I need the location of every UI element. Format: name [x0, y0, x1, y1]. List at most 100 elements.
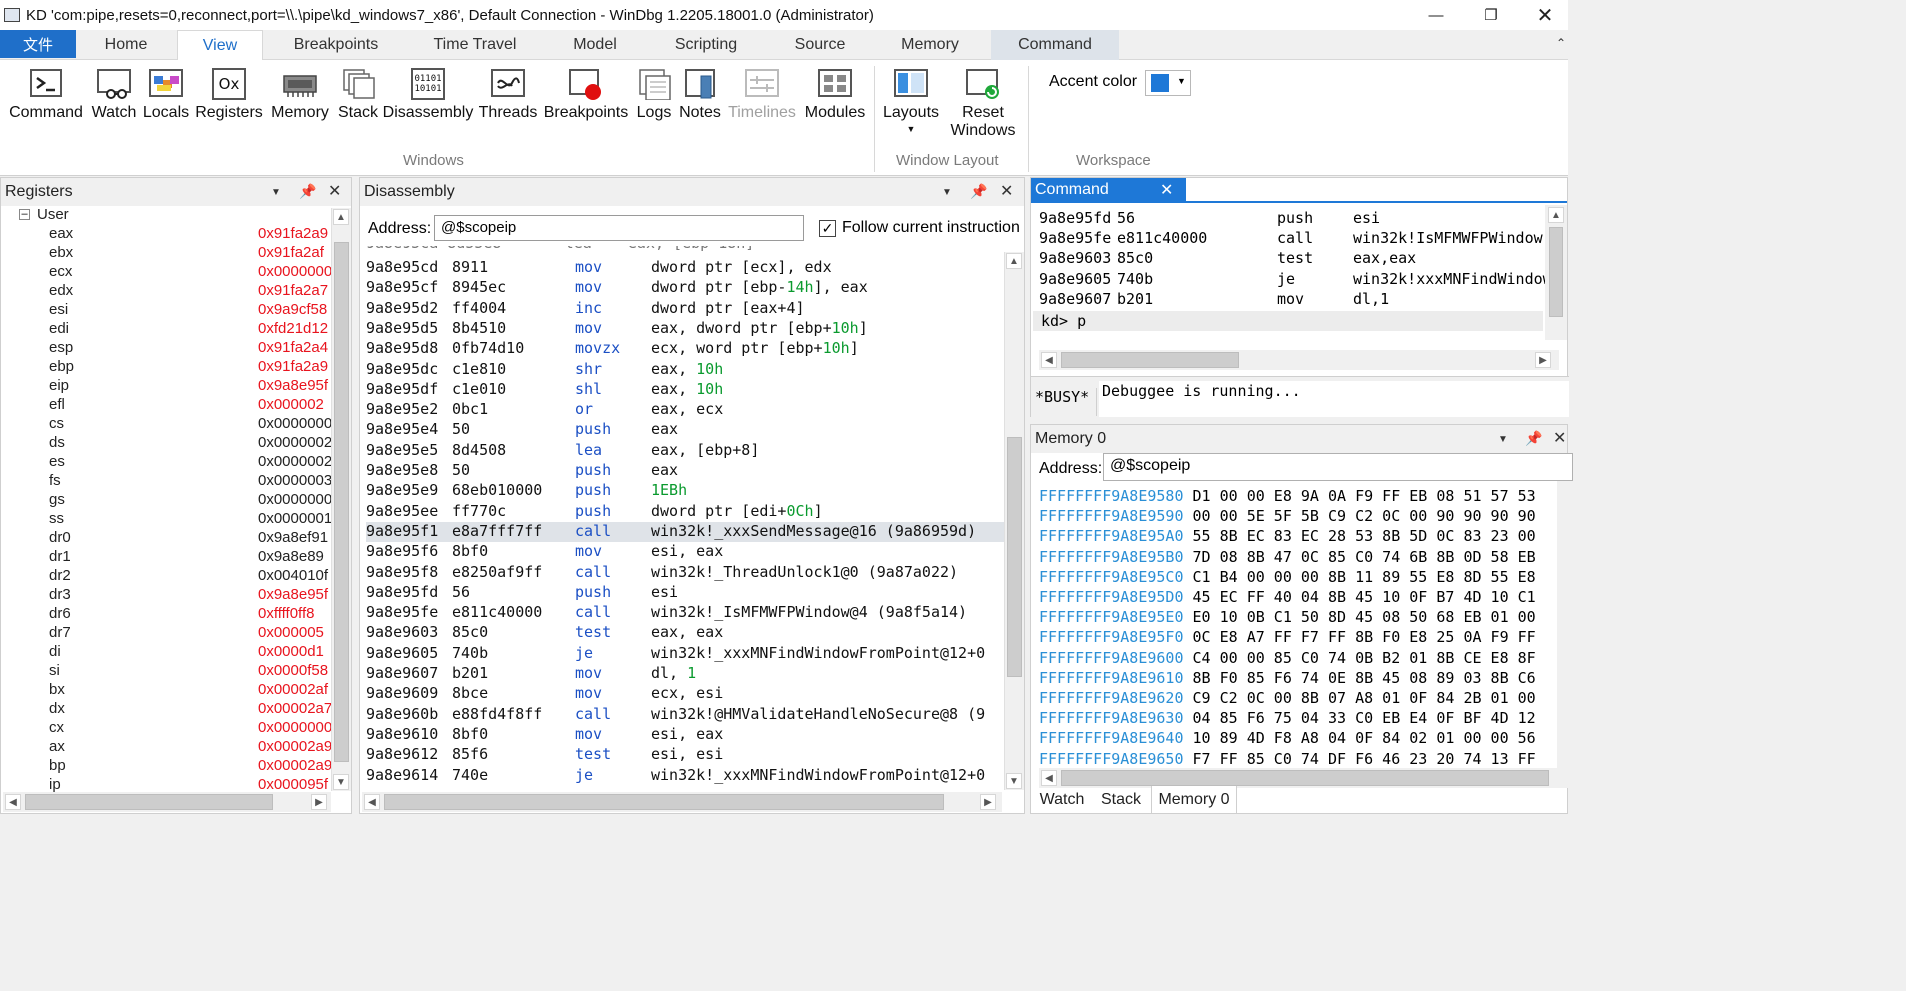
register-row[interactable]: cx 0x0000000: [1, 719, 331, 738]
scroll-left-icon[interactable]: ◀: [1041, 352, 1057, 368]
disassembly-row[interactable]: 9a8e9607 b201 mov dl, 1: [366, 664, 1006, 684]
timelines-window-button[interactable]: Timelines: [726, 68, 798, 122]
tab-stack[interactable]: Stack: [1094, 786, 1148, 814]
register-row[interactable]: dr6 0xffff0ff8: [1, 605, 331, 624]
tab-home[interactable]: Home: [86, 30, 166, 60]
disassembly-row[interactable]: 9a8e95e5 8d4508 lea eax, [ebp+8]: [366, 441, 1006, 461]
disassembly-row[interactable]: 9a8e95f8 e8250af9ff call win32k!_ThreadUnlo…: [366, 563, 1006, 583]
disassembly-row[interactable]: 9a8e95ee ff770c push dword ptr [edi+0Ch]: [366, 502, 1006, 522]
disassembly-row[interactable]: 9a8e95cf 8945ec mov dword ptr [ebp-14h], ea…: [366, 278, 1006, 298]
scroll-left-icon[interactable]: ◀: [1041, 770, 1057, 786]
register-row[interactable]: bx 0x00002af: [1, 681, 331, 700]
registers-hscrollbar[interactable]: ◀ ▶: [3, 792, 331, 812]
register-row[interactable]: fs 0x0000003: [1, 472, 331, 491]
tab-model[interactable]: Model: [560, 30, 630, 60]
memory-row[interactable]: FFFFFFFF9A8E95D0 45 EC FF 40 04 8B 45 10…: [1039, 588, 1551, 608]
disassembly-hscrollbar[interactable]: ◀ ▶: [362, 792, 1002, 812]
close-window-button[interactable]: ✕: [1522, 0, 1568, 30]
memory-address-input[interactable]: @$scopeip: [1103, 453, 1573, 481]
command-vscrollbar[interactable]: ▲: [1545, 205, 1567, 340]
memory-row[interactable]: FFFFFFFF9A8E9610 8B F0 85 F6 74 0E 8B 45…: [1039, 669, 1551, 689]
tab-watch[interactable]: Watch: [1032, 786, 1092, 814]
disassembly-row[interactable]: 9a8e95f1 e8a7fff7ff call win32k!_xxxSendMes…: [366, 521, 1006, 542]
accent-color-picker[interactable]: ▼: [1145, 70, 1191, 96]
memory-row[interactable]: FFFFFFFF9A8E95C0 C1 B4 00 00 00 8B 11 89…: [1039, 568, 1551, 588]
tab-source[interactable]: Source: [782, 30, 858, 60]
disassembly-row[interactable]: 9a8e9609 8bce mov ecx, esi: [366, 684, 1006, 704]
register-group-user[interactable]: User: [37, 206, 69, 223]
register-row[interactable]: ecx 0x0000000: [1, 263, 331, 282]
register-row[interactable]: eip 0x9a8e95f: [1, 377, 331, 396]
register-row[interactable]: si 0x0000f58: [1, 662, 331, 681]
scroll-up-icon[interactable]: ▲: [1006, 253, 1022, 269]
register-row[interactable]: ds 0x0000002: [1, 434, 331, 453]
chevron-down-icon[interactable]: ▼: [271, 187, 281, 198]
collapse-ribbon-icon[interactable]: ⌃: [1556, 36, 1566, 50]
minimize-button[interactable]: —: [1413, 0, 1459, 30]
scroll-right-icon[interactable]: ▶: [1535, 352, 1551, 368]
disassembly-row[interactable]: 9a8e9605 740b je win32k!_xxxMNFindWindowFro…: [366, 644, 1006, 664]
disassembly-vscrollbar[interactable]: ▲ ▼: [1004, 252, 1024, 790]
memory-hscrollbar[interactable]: ◀: [1039, 768, 1569, 788]
collapse-toggle-icon[interactable]: –: [19, 209, 30, 220]
disassembly-row[interactable]: 9a8e9610 8bf0 mov esi, eax: [366, 725, 1006, 745]
disassembly-window-button[interactable]: 01101 10101 Disassembly: [383, 68, 473, 122]
scroll-thumb[interactable]: [334, 242, 349, 762]
scroll-thumb[interactable]: [1061, 352, 1239, 368]
scroll-up-icon[interactable]: ▲: [1548, 207, 1564, 223]
memory-row[interactable]: FFFFFFFF9A8E95F0 0C E8 A7 FF F7 FF 8B F0…: [1039, 628, 1551, 648]
pin-icon[interactable]: 📌: [1525, 430, 1542, 447]
command-status-text[interactable]: Debuggee is running...: [1099, 381, 1569, 417]
tab-command[interactable]: Command: [991, 30, 1119, 60]
memory-vscrollbar[interactable]: [1557, 481, 1569, 771]
scroll-down-icon[interactable]: ▼: [1006, 773, 1022, 789]
close-icon[interactable]: ✕: [1000, 181, 1013, 201]
register-row[interactable]: cs 0x0000000: [1, 415, 331, 434]
register-row[interactable]: edi 0xfd21d12: [1, 320, 331, 339]
tab-breakpoints[interactable]: Breakpoints: [278, 30, 394, 60]
disassembly-row[interactable]: 9a8e960b e88fd4f8ff call win32k!@HMValidate…: [366, 705, 1006, 725]
scroll-thumb[interactable]: [1061, 770, 1549, 786]
disassembly-row[interactable]: 9a8e95f6 8bf0 mov esi, eax: [366, 542, 1006, 562]
modules-window-button[interactable]: Modules: [802, 68, 868, 122]
registers-vscrollbar[interactable]: ▲ ▼: [331, 208, 351, 791]
memory-row[interactable]: FFFFFFFF9A8E95E0 E0 10 0B C1 50 8D 45 08…: [1039, 608, 1551, 628]
command-hscrollbar[interactable]: ◀ ▶: [1039, 350, 1559, 370]
registers-window-button[interactable]: Ox Registers: [194, 68, 264, 122]
disassembly-row[interactable]: 9a8e95e8 50 push eax: [366, 461, 1006, 481]
disassembly-row[interactable]: 9a8e9614 740e je win32k!_xxxMNFindWindowFro…: [366, 766, 1006, 786]
command-tab[interactable]: Command ✕: [1031, 178, 1186, 203]
register-row[interactable]: ebx 0x91fa2af: [1, 244, 331, 263]
disassembly-row[interactable]: 9a8e95cd 8911 mov dword ptr [ecx], edx: [366, 258, 1006, 278]
register-row[interactable]: ax 0x00002a9: [1, 738, 331, 757]
disassembly-row[interactable]: 9a8e95fe e811c40000 call win32k!_IsMFMWFPWi…: [366, 603, 1006, 623]
logs-window-button[interactable]: Logs: [634, 68, 674, 122]
scroll-thumb[interactable]: [25, 794, 273, 810]
tab-memory-0[interactable]: Memory 0: [1151, 786, 1237, 814]
memory-row[interactable]: FFFFFFFF9A8E95B0 7D 08 8B 47 0C 85 C0 74…: [1039, 548, 1551, 568]
register-row[interactable]: dx 0x00002a7: [1, 700, 331, 719]
notes-window-button[interactable]: Notes: [676, 68, 724, 122]
register-row[interactable]: gs 0x0000000: [1, 491, 331, 510]
disassembly-row[interactable]: 9a8e9612 85f6 test esi, esi: [366, 745, 1006, 765]
chevron-down-icon[interactable]: ▼: [942, 187, 952, 198]
disassembly-row[interactable]: 9a8e95d8 0fb74d10 movzx ecx, word ptr [ebp+…: [366, 339, 1006, 359]
command-window-button[interactable]: Command: [8, 68, 84, 122]
memory-row[interactable]: FFFFFFFF9A8E9600 C4 00 00 85 C0 74 0B B2…: [1039, 649, 1551, 669]
chevron-down-icon[interactable]: ▼: [1498, 434, 1508, 445]
register-row[interactable]: dr7 0x000005: [1, 624, 331, 643]
scroll-thumb[interactable]: [1549, 227, 1563, 317]
threads-window-button[interactable]: Threads: [478, 68, 538, 122]
pin-icon[interactable]: 📌: [299, 183, 316, 200]
register-row[interactable]: dr0 0x9a8ef91: [1, 529, 331, 548]
disassembly-row[interactable]: 9a8e95fd 56 push esi: [366, 583, 1006, 603]
register-row[interactable]: dr3 0x9a8e95f: [1, 586, 331, 605]
register-row[interactable]: es 0x0000002: [1, 453, 331, 472]
layouts-dropdown-button[interactable]: Layouts ▼: [880, 68, 942, 134]
command-input-line[interactable]: kd> p: [1033, 311, 1543, 331]
memory-row[interactable]: FFFFFFFF9A8E9590 00 00 5E 5F 5B C9 C2 0C…: [1039, 507, 1551, 527]
pin-icon[interactable]: 📌: [970, 183, 987, 200]
scroll-up-icon[interactable]: ▲: [333, 209, 349, 225]
maximize-button[interactable]: ❐: [1468, 0, 1514, 30]
register-row[interactable]: dr1 0x9a8e89: [1, 548, 331, 567]
